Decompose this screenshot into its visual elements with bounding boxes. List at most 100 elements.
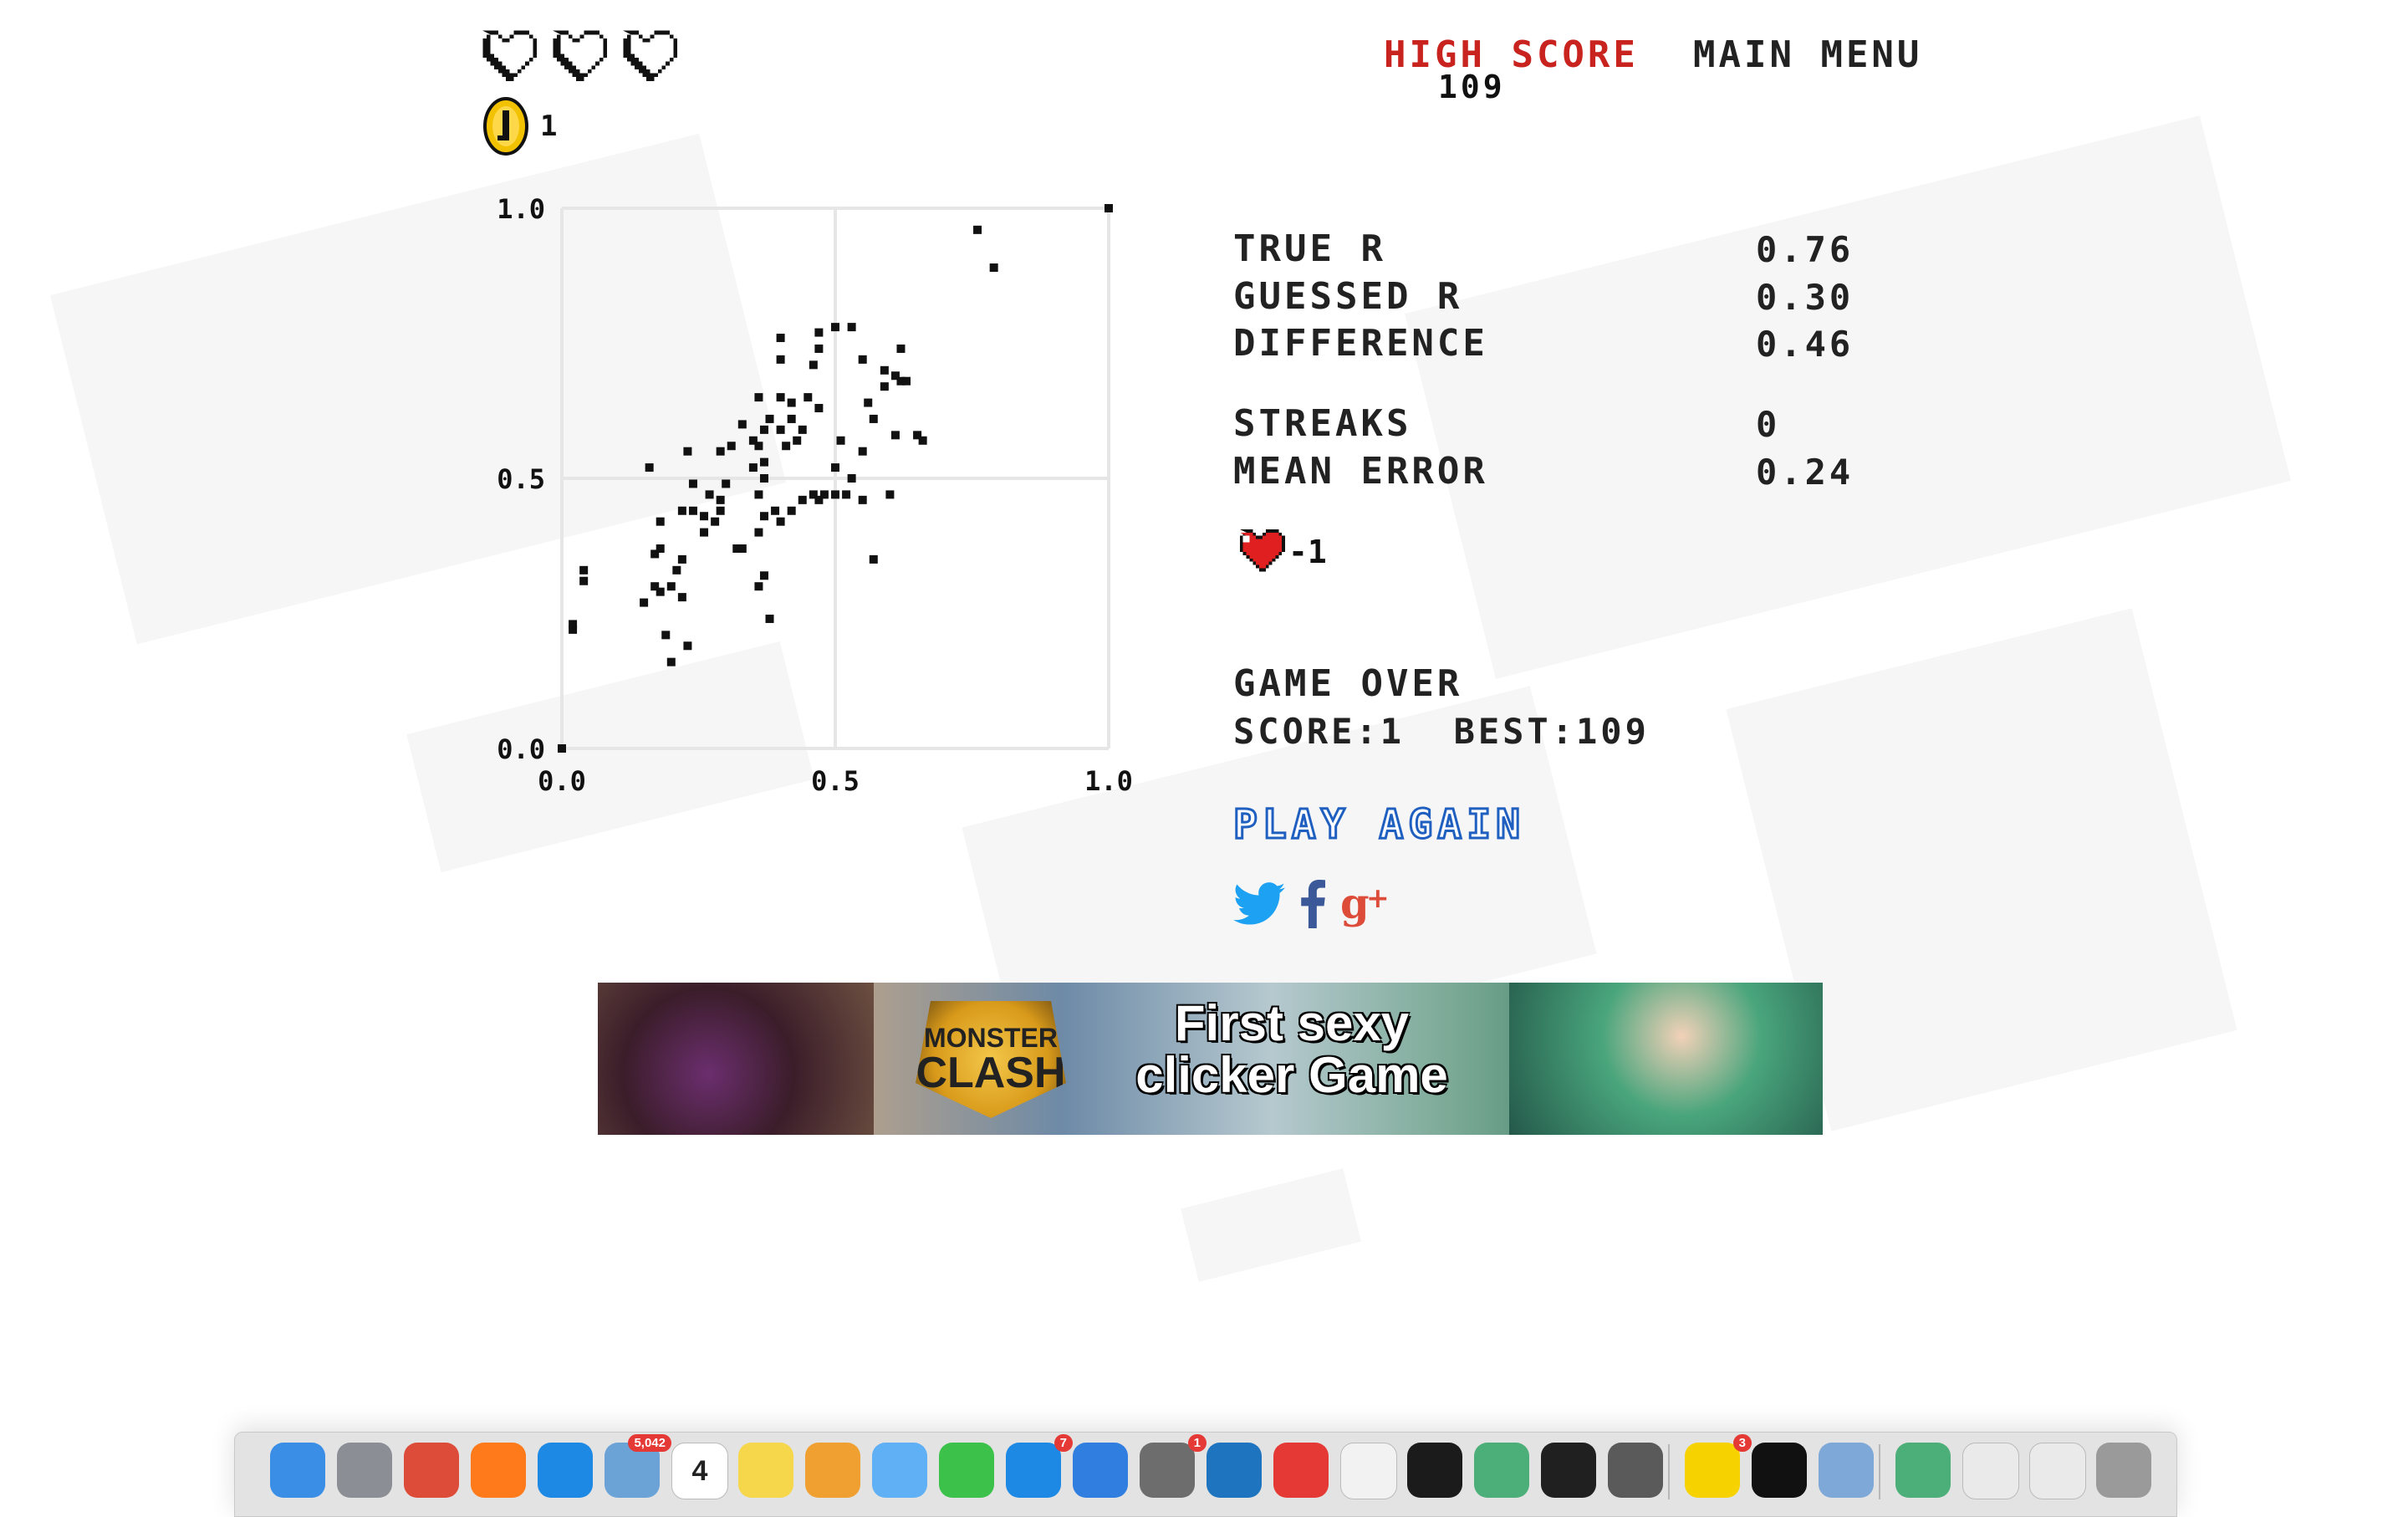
scatter-point xyxy=(656,544,665,553)
google-plus-icon[interactable]: g + xyxy=(1340,880,1392,928)
scatter-point xyxy=(759,474,768,483)
scatter-point xyxy=(869,554,878,564)
dock-pycharm-icon[interactable] xyxy=(1752,1443,1807,1498)
scatter-point xyxy=(656,517,665,526)
dock-calendar-icon[interactable]: 4 xyxy=(671,1443,728,1499)
coin-count: 1 xyxy=(540,110,558,143)
x-tick-label: 0.5 xyxy=(811,765,860,797)
scatter-point xyxy=(890,431,900,440)
dock-notes-icon[interactable] xyxy=(738,1443,793,1498)
scatter-point xyxy=(748,463,758,472)
scatter-point xyxy=(776,425,785,434)
dock-activity-monitor-icon[interactable] xyxy=(1541,1443,1596,1498)
dock-mail-icon[interactable]: 5,042 xyxy=(605,1434,671,1498)
scatter-point xyxy=(677,593,686,602)
scatter-point xyxy=(672,565,681,575)
ad-banner[interactable]: MONSTER CLASH First sexy clicker Game xyxy=(598,983,1823,1135)
dock-badge: 7 xyxy=(1054,1434,1073,1452)
dock-messages-icon[interactable] xyxy=(872,1443,927,1498)
y-tick-label: 1.0 xyxy=(497,193,545,225)
svg-text:g: g xyxy=(1340,880,1370,928)
dock-terminal-icon[interactable] xyxy=(1407,1443,1462,1498)
scatter-point xyxy=(809,360,818,370)
scatter-point xyxy=(688,479,697,488)
lives-container xyxy=(475,30,677,85)
dock-window-2-icon[interactable] xyxy=(2029,1443,2086,1499)
mean-error-label: MEAN ERROR xyxy=(1233,450,1488,493)
scatter-point xyxy=(804,393,813,402)
scatter-point xyxy=(754,442,763,451)
heart-empty-icon xyxy=(482,30,537,81)
dock-separator xyxy=(1879,1444,1880,1499)
dock-atom-icon[interactable] xyxy=(1474,1443,1529,1498)
scatter-point xyxy=(737,420,747,429)
y-tick-label: 0.5 xyxy=(497,463,545,495)
dock-trash-icon[interactable] xyxy=(2096,1443,2151,1498)
difference-label: DIFFERENCE xyxy=(1233,322,1488,365)
scatter-point xyxy=(759,571,768,580)
coin-icon xyxy=(483,97,528,156)
ad-logo-line2: CLASH xyxy=(916,1049,1066,1097)
scatter-point xyxy=(640,598,649,607)
social-share: g + xyxy=(1233,880,1392,928)
dock-safari-icon[interactable] xyxy=(538,1443,593,1498)
scatter-point xyxy=(688,506,697,515)
dock-photos-icon[interactable] xyxy=(805,1443,860,1498)
scatter-point xyxy=(705,490,714,499)
main-menu-button[interactable]: MAIN MENU xyxy=(1693,33,1922,76)
score-summary: SCORE:1 BEST:109 xyxy=(1233,711,1650,752)
play-again-button[interactable]: PLAY AGAIN xyxy=(1232,800,1525,850)
y-tick-label: 0.0 xyxy=(497,733,545,765)
dock-calendar-day: 4 xyxy=(691,1454,708,1487)
scatter-point xyxy=(836,436,845,445)
scatter-point xyxy=(661,631,671,640)
dock-system-preferences-icon[interactable]: 1 xyxy=(1140,1434,1207,1498)
scatter-plot: 0.0 0.5 1.0 0.0 0.5 1.0 xyxy=(497,193,1133,797)
scatter-point xyxy=(814,404,824,413)
x-tick-label: 1.0 xyxy=(1084,765,1133,797)
scatter-point xyxy=(645,463,654,472)
scatter-point xyxy=(759,457,768,467)
scatter-point xyxy=(700,512,709,521)
ad-character-artwork xyxy=(1509,983,1823,1135)
dock-badge: 1 xyxy=(1187,1434,1207,1452)
dock-window-1-icon[interactable] xyxy=(1962,1443,2019,1499)
scatter-point xyxy=(880,365,889,375)
facebook-icon[interactable] xyxy=(1300,880,1325,928)
true-r-label: TRUE R xyxy=(1233,227,1386,270)
dock-atom-2-icon[interactable] xyxy=(1895,1443,1951,1498)
scatter-point xyxy=(569,620,578,629)
scatter-point xyxy=(831,463,839,472)
dock-preview-icon[interactable] xyxy=(1819,1443,1874,1498)
background-shape xyxy=(1181,1168,1361,1282)
twitter-icon[interactable] xyxy=(1233,882,1285,926)
dock-kakaotalk-icon[interactable]: 3 xyxy=(1685,1434,1752,1498)
dock-bluetooth-icon[interactable] xyxy=(1073,1443,1128,1498)
scatter-point xyxy=(831,323,839,332)
scatter-point xyxy=(666,582,676,591)
scatter-point xyxy=(787,398,796,407)
scatter-point xyxy=(885,490,895,499)
scatter-point xyxy=(579,565,589,575)
scatter-point xyxy=(759,425,768,434)
scatter-point xyxy=(896,344,906,353)
dock-news-icon[interactable] xyxy=(1273,1443,1329,1498)
ad-logo-line1: MONSTER xyxy=(924,1023,1058,1053)
dock-app-store-icon[interactable]: 7 xyxy=(1006,1434,1073,1498)
scatter-point xyxy=(858,355,867,364)
scatter-point xyxy=(677,506,686,515)
dock-firefox-icon[interactable] xyxy=(471,1443,526,1498)
scatter-point xyxy=(711,517,720,526)
guessed-r-label: GUESSED R xyxy=(1233,275,1463,318)
dock-launchpad-icon[interactable] xyxy=(337,1443,392,1498)
scatter-point xyxy=(858,447,867,456)
dock-finder-icon[interactable] xyxy=(270,1443,325,1498)
dock-sequel-pro-icon[interactable] xyxy=(1608,1443,1663,1498)
dock-facetime-icon[interactable] xyxy=(939,1443,994,1498)
scatter-point xyxy=(765,414,774,423)
coin-counter: 1 xyxy=(483,97,557,156)
scatter-point xyxy=(776,393,785,402)
dock-chrome-icon[interactable] xyxy=(404,1443,459,1498)
dock-vscode-icon[interactable] xyxy=(1207,1443,1262,1498)
dock-textedit-icon[interactable] xyxy=(1340,1443,1397,1499)
